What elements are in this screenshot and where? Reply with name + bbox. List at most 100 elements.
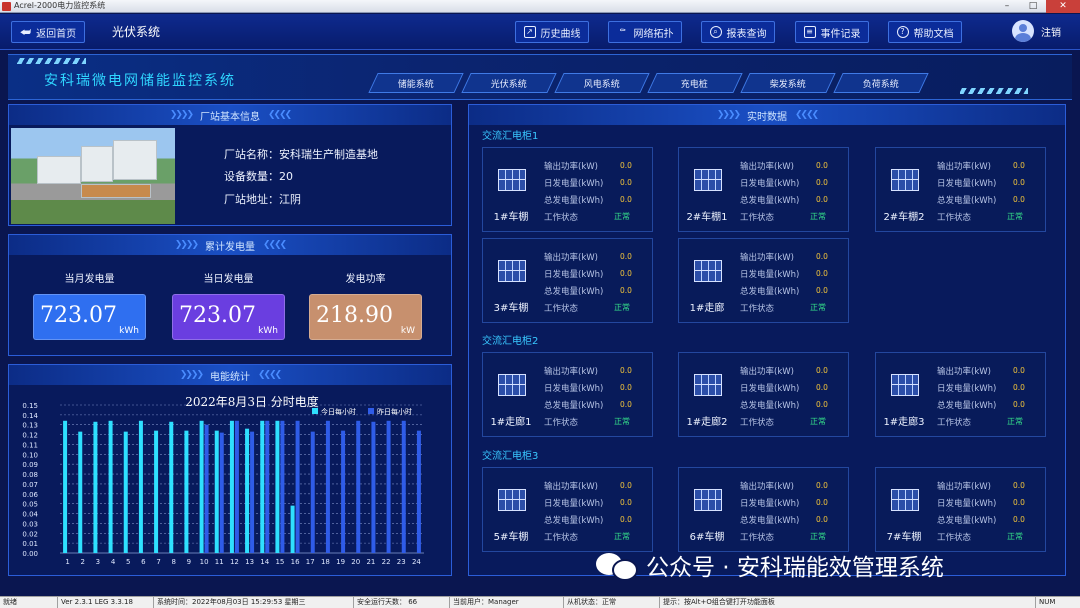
kpi-power: 218.90 kW — [309, 294, 422, 340]
building-shape — [81, 184, 151, 198]
device-name: 1#走廊 — [689, 303, 725, 314]
y-tick-label: 0.02 — [22, 530, 38, 538]
y-tick-label: 0.12 — [22, 432, 38, 440]
device-name: 1#走廊1 — [490, 417, 532, 428]
bar-yesterday — [265, 420, 270, 553]
help-doc-button[interactable]: ? 帮助文档 — [888, 21, 962, 43]
chevron-right-icon: ❯❯❯❯ — [174, 240, 199, 250]
field-label: 输出功率(kW) — [544, 482, 598, 492]
solar-panel-icon — [891, 169, 919, 191]
y-tick-label: 0.15 — [22, 402, 38, 410]
window-title-bar: Acrel-2000电力监控系统 — [0, 0, 1080, 13]
report-query-button[interactable]: ⌕ 报表查询 — [701, 21, 775, 43]
chevron-right-icon: ❯❯❯❯ — [169, 110, 194, 120]
back-home-button[interactable]: ⮨ 返回首页 — [11, 21, 85, 43]
x-tick-label: 10 — [200, 558, 209, 566]
field-label: 日发电量(kWh) — [544, 384, 604, 394]
bar-today — [260, 420, 265, 553]
x-tick-label: 2 — [81, 558, 85, 566]
status-badge: 正常 — [810, 303, 826, 312]
y-tick-label: 0.14 — [22, 412, 38, 420]
station-device-count: 设备数量：20 — [224, 170, 293, 183]
device-card[interactable]: 7#车棚 输出功率(kW) 0.0 日发电量(kWh) 0.0 总发电量(kWh) 0.0 工… — [875, 467, 1046, 552]
status-badge: 正常 — [810, 532, 826, 541]
field-value: 0.0 — [620, 383, 632, 392]
device-card[interactable]: 1#车棚 输出功率(kW) 0.0 日发电量(kWh) 0.0 总发电量(kWh) 0.0 工… — [482, 147, 653, 232]
bar-today — [229, 420, 234, 553]
banner-stripe-decoration — [960, 88, 1028, 94]
field-label: 工作状态 — [937, 533, 972, 543]
field-value: 0.0 — [816, 383, 828, 392]
field-value: 0.0 — [816, 400, 828, 409]
back-home-label: 返回首页 — [36, 28, 77, 40]
x-tick-label: 1 — [65, 558, 69, 566]
field-value: 0.0 — [816, 195, 828, 204]
nav-storage[interactable]: 储能系统 — [368, 73, 464, 93]
solar-panel-icon — [498, 374, 526, 396]
report-query-label: 报表查询 — [726, 28, 767, 40]
device-card[interactable]: 2#车棚1 输出功率(kW) 0.0 日发电量(kWh) 0.0 总发电量(kWh) 0.0… — [678, 147, 849, 232]
bar-yesterday — [325, 420, 330, 553]
device-card[interactable]: 1#走廊1 输出功率(kW) 0.0 日发电量(kWh) 0.0 总发电量(kWh) 0.0… — [482, 352, 653, 437]
device-name: 1#走廊3 — [883, 417, 925, 428]
device-card[interactable]: 6#车棚 输出功率(kW) 0.0 日发电量(kWh) 0.0 总发电量(kWh) 0.0 工… — [678, 467, 849, 552]
device-card[interactable]: 5#车棚 输出功率(kW) 0.0 日发电量(kWh) 0.0 总发电量(kWh) 0.0 工… — [482, 467, 653, 552]
y-tick-label: 0.04 — [22, 511, 38, 519]
logout-link[interactable]: 注销 — [1041, 24, 1061, 39]
close-icon[interactable]: ✕ — [1046, 0, 1080, 13]
bar-yesterday — [234, 420, 239, 553]
x-tick-label: 13 — [245, 558, 254, 566]
user-avatar-icon[interactable] — [1012, 20, 1034, 42]
device-card[interactable]: 1#走廊2 输出功率(kW) 0.0 日发电量(kWh) 0.0 总发电量(kWh) 0.0… — [678, 352, 849, 437]
bar-today — [245, 428, 250, 553]
bar-today — [138, 420, 143, 553]
field-label: 日发电量(kWh) — [937, 499, 997, 509]
legend-label: 昨日每小时 — [377, 407, 412, 416]
field-label: 总发电量(kWh) — [937, 516, 997, 526]
y-tick-label: 0.03 — [22, 520, 38, 528]
panel-title: 实时数据 — [747, 111, 787, 123]
chevron-left-icon: ❮❮❮❮ — [263, 240, 287, 250]
field-label: 日发电量(kWh) — [937, 179, 997, 189]
minimize-icon[interactable]: – — [994, 0, 1020, 13]
field-value: 0.0 — [1013, 161, 1025, 170]
field-label: 日发电量(kWh) — [740, 179, 800, 189]
status-bar: 就绪 Ver 2.3.1 LEG 3.3.18 系统时间：2022年08月03日… — [0, 596, 1080, 608]
network-topology-button[interactable]: ⚰ 网络拓扑 — [608, 21, 682, 43]
device-card[interactable]: 3#车棚 输出功率(kW) 0.0 日发电量(kWh) 0.0 总发电量(kWh) 0.0 工… — [482, 238, 653, 323]
nav-wind-label: 风电系统 — [583, 79, 620, 90]
field-label: 总发电量(kWh) — [740, 401, 800, 411]
bar-yesterday — [310, 431, 315, 553]
field-label: 工作状态 — [937, 213, 972, 223]
solar-panel-icon — [694, 260, 722, 282]
kpi-value: 723.07 — [40, 303, 117, 328]
help-doc-label: 帮助文档 — [913, 28, 954, 40]
event-log-button[interactable]: ≡ 事件记录 — [795, 21, 869, 43]
device-card[interactable]: 1#走廊 输出功率(kW) 0.0 日发电量(kWh) 0.0 总发电量(kWh) 0.0 工… — [678, 238, 849, 323]
nav-pv[interactable]: 光伏系统 — [461, 73, 557, 93]
hourly-energy-chart: 2022年8月3日 分时电度 0.00 0.01 0.02 0.030.04 0.05 0.… — [22, 395, 424, 566]
station-photo — [11, 128, 175, 224]
history-curve-button[interactable]: ↗ 历史曲线 — [515, 21, 589, 43]
device-name: 2#车棚1 — [686, 212, 728, 223]
nav-load[interactable]: 负荷系统 — [833, 73, 929, 93]
y-tick-label: 0.01 — [22, 540, 38, 548]
device-card[interactable]: 2#车棚2 输出功率(kW) 0.0 日发电量(kWh) 0.0 总发电量(kWh) 0.0… — [875, 147, 1046, 232]
nav-diesel[interactable]: 柴发系统 — [740, 73, 836, 93]
field-label: 总发电量(kWh) — [544, 287, 604, 297]
field-label: 总发电量(kWh) — [740, 196, 800, 206]
device-card[interactable]: 1#走廊3 输出功率(kW) 0.0 日发电量(kWh) 0.0 总发电量(kWh) 0.0… — [875, 352, 1046, 437]
field-value: 0.0 — [620, 400, 632, 409]
kpi-unit: kWh — [119, 326, 139, 336]
panel-header: ❯❯❯❯ 电能统计 ❮❮❮❮ — [9, 365, 451, 385]
bar-yesterday — [356, 420, 361, 553]
bar-yesterday — [401, 420, 406, 553]
nav-charger[interactable]: 充电桩 — [647, 73, 743, 93]
field-label: 工作状态 — [740, 418, 775, 428]
nav-wind[interactable]: 风电系统 — [554, 73, 650, 93]
maximize-icon[interactable]: □ — [1020, 0, 1046, 13]
bar-yesterday — [250, 431, 255, 553]
user-area[interactable]: 注销 — [1012, 20, 1061, 42]
group-title: 交流汇电柜3 — [482, 451, 539, 462]
field-value: 0.0 — [1013, 400, 1025, 409]
